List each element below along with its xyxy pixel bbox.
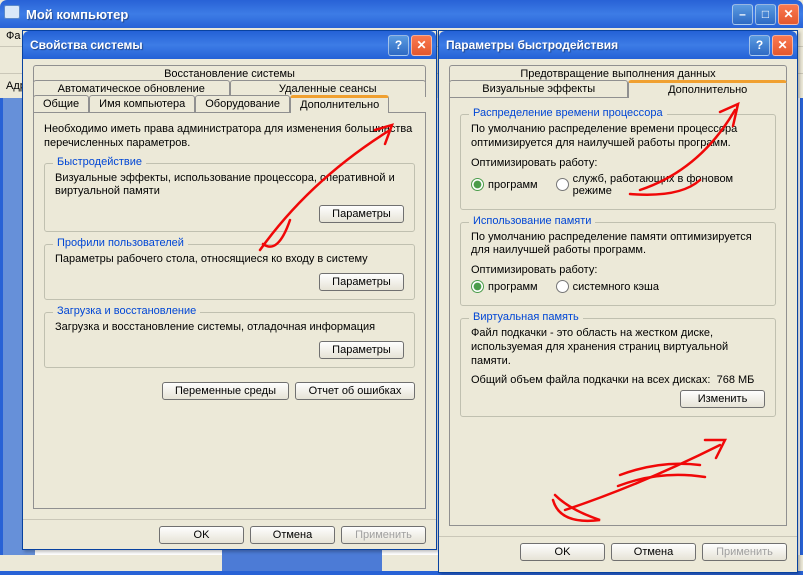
dialog-title: Параметры быстродействия: [446, 38, 749, 52]
vmem-legend: Виртуальная память: [469, 311, 583, 323]
vmem-total-row: Общий объем файла подкачки на всех диска…: [471, 374, 765, 386]
cpu-optimize-label: Оптимизировать работу:: [471, 157, 765, 169]
dialog-title: Свойства системы: [30, 38, 388, 52]
tab-general[interactable]: Общие: [33, 95, 89, 112]
mem-group: Использование памяти По умолчанию распре…: [460, 222, 776, 307]
window-title: Мой компьютер: [26, 7, 732, 22]
tab-computer-name[interactable]: Имя компьютера: [89, 95, 195, 112]
vmem-change-button[interactable]: Изменить: [680, 390, 765, 408]
startup-settings-button[interactable]: Параметры: [319, 341, 404, 359]
vmem-desc: Файл подкачки - это область на жестком д…: [471, 327, 765, 368]
mycomputer-titlebar: Мой компьютер – □ ✕: [0, 0, 803, 28]
profiles-settings-button[interactable]: Параметры: [319, 273, 404, 291]
startup-legend: Загрузка и восстановление: [53, 305, 200, 317]
profiles-legend: Профили пользователей: [53, 237, 188, 249]
mem-legend: Использование памяти: [469, 215, 595, 227]
mem-desc: По умолчанию распределение памяти оптими…: [471, 231, 765, 259]
profiles-group: Профили пользователей Параметры рабочего…: [44, 244, 415, 300]
vmem-group: Виртуальная память Файл подкачки - это о…: [460, 318, 776, 417]
cpu-radio-services[interactable]: служб, работающих в фоновом режиме: [556, 173, 765, 197]
cancel-button[interactable]: Отмена: [611, 543, 696, 561]
radio-label: системного кэша: [573, 281, 659, 293]
performance-options-dialog: Параметры быстродействия ? ✕ Предотвраще…: [438, 30, 798, 573]
sysprops-titlebar: Свойства системы ? ✕: [23, 31, 436, 59]
apply-button[interactable]: Применить: [702, 543, 787, 561]
minimize-button[interactable]: –: [732, 4, 753, 25]
cpu-group: Распределение времени процессора По умол…: [460, 114, 776, 210]
performance-settings-button[interactable]: Параметры: [319, 205, 404, 223]
performance-group: Быстродействие Визуальные эффекты, испол…: [44, 163, 415, 233]
performance-desc: Визуальные эффекты, использование процес…: [55, 172, 404, 200]
help-button[interactable]: ?: [749, 35, 770, 56]
cpu-legend: Распределение времени процессора: [469, 107, 667, 119]
tab-hardware[interactable]: Оборудование: [195, 95, 290, 112]
startup-group: Загрузка и восстановление Загрузка и вос…: [44, 312, 415, 368]
intro-text: Необходимо иметь права администратора дл…: [44, 123, 415, 151]
menu-file-truncated[interactable]: Фа: [6, 30, 20, 42]
mycomputer-icon: [4, 5, 22, 23]
close-button[interactable]: ✕: [411, 35, 432, 56]
tab-advanced[interactable]: Дополнительно: [628, 80, 787, 98]
performance-legend: Быстродействие: [53, 156, 146, 168]
cpu-radio-programs[interactable]: программ: [471, 178, 538, 191]
tab-advanced[interactable]: Дополнительно: [290, 95, 389, 113]
perfopts-titlebar: Параметры быстродействия ? ✕: [439, 31, 797, 59]
tab-visual-effects[interactable]: Визуальные эффекты: [449, 80, 628, 97]
profiles-desc: Параметры рабочего стола, относящиеся ко…: [55, 253, 404, 267]
mem-radio-cache[interactable]: системного кэша: [556, 280, 659, 293]
system-properties-dialog: Свойства системы ? ✕ Восстановление сист…: [22, 30, 437, 550]
vmem-total-label: Общий объем файла подкачки на всех диска…: [471, 374, 710, 386]
radio-label: программ: [488, 281, 538, 293]
vmem-total-value: 768 МБ: [717, 374, 755, 386]
ok-button[interactable]: OK: [159, 526, 244, 544]
env-vars-button[interactable]: Переменные среды: [162, 382, 289, 400]
cpu-desc: По умолчанию распределение времени проце…: [471, 123, 765, 151]
error-report-button[interactable]: Отчет об ошибках: [295, 382, 415, 400]
ok-button[interactable]: OK: [520, 543, 605, 561]
mem-optimize-label: Оптимизировать работу:: [471, 264, 765, 276]
help-button[interactable]: ?: [388, 35, 409, 56]
close-button[interactable]: ✕: [772, 35, 793, 56]
cancel-button[interactable]: Отмена: [250, 526, 335, 544]
startup-desc: Загрузка и восстановление системы, отлад…: [55, 321, 404, 335]
maximize-button[interactable]: □: [755, 4, 776, 25]
apply-button[interactable]: Применить: [341, 526, 426, 544]
radio-label: программ: [488, 179, 538, 191]
radio-label: служб, работающих в фоновом режиме: [573, 173, 765, 197]
mem-radio-programs[interactable]: программ: [471, 280, 538, 293]
close-button[interactable]: ✕: [778, 4, 799, 25]
